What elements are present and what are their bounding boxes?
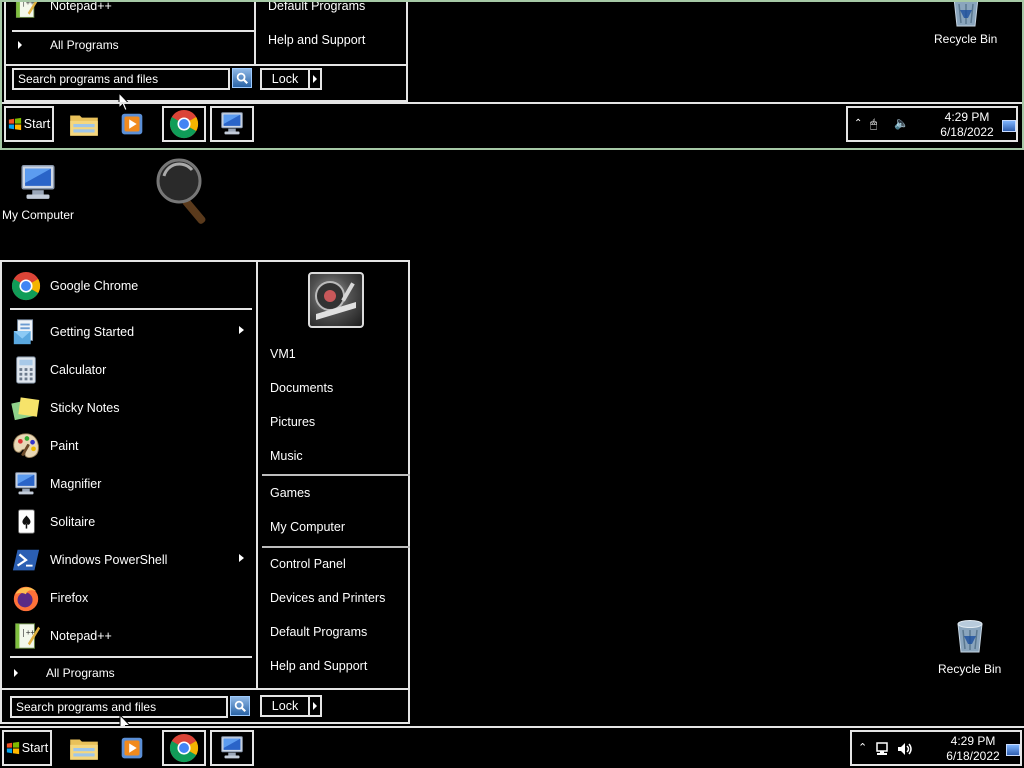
link-help-and-support[interactable]: Help and Support [270,656,367,676]
taskbar-media-player[interactable] [110,730,154,766]
lens-network-icon: 🖱 [870,117,878,131]
all-programs-divider [10,656,252,658]
link-documents[interactable]: Documents [270,378,333,398]
lens-lock-arrow [310,68,322,90]
taskbar: Start ⌃ 4:29 PM 6/18/2022 [0,726,1024,768]
chrome-icon [169,733,199,763]
link-default-programs[interactable]: Default Programs [270,622,367,642]
notepadpp-icon [10,620,42,652]
desktop-recycle-bin[interactable]: Recycle Bin [938,612,1001,676]
link-devices-and-printers[interactable]: Devices and Printers [270,588,385,608]
recycle-bin-icon [950,612,990,660]
link-control-panel[interactable]: Control Panel [270,554,346,574]
lens-show-hidden-icons-icon: ⌃ [854,118,863,129]
file-explorer-icon [67,731,101,765]
lens-link-help-support: Help and Support [268,33,366,47]
desktop-my-computer[interactable]: My Computer [2,160,74,222]
program-google-chrome[interactable]: Google Chrome [10,268,252,304]
program-getting-started[interactable]: Getting Started [10,314,252,350]
program-firefox[interactable]: Firefox [10,580,252,616]
start-menu-footer: Search programs and files Lock [2,688,408,724]
search-icon [233,699,247,713]
program-windows-powershell[interactable]: Windows PowerShell [10,542,252,578]
notepadpp-icon [10,0,42,22]
power-options-button[interactable] [310,695,322,717]
lock-button[interactable]: Lock [260,695,310,717]
program-notepadpp[interactable]: Notepad++ [10,618,252,654]
chrome-icon [10,270,42,302]
lens-lock-button: Lock [260,68,310,90]
program-sticky-notes[interactable]: Sticky Notes [10,390,252,426]
taskbar-file-explorer[interactable] [62,730,106,766]
programs-divider [10,308,252,310]
lens-chrome-icon [162,106,206,142]
lens-start-button: Start [4,106,54,142]
submenu-arrow-icon [239,554,244,562]
lens-my-computer-icon [210,106,254,142]
clock[interactable]: 4:29 PM 6/18/2022 [940,734,1006,764]
search-button[interactable] [230,696,250,716]
user-avatar-icon [315,281,356,320]
lens-search-box: Search programs and files [12,68,230,90]
show-hidden-icons-icon[interactable]: ⌃ [858,741,867,754]
media-player-icon [117,733,147,763]
taskbar-chrome[interactable] [162,730,206,766]
my-computer-icon [217,733,247,763]
lens-file-explorer-icon [62,106,106,142]
taskbar-my-computer[interactable] [210,730,254,766]
lens-link-default-programs: Default Programs [268,0,366,13]
start-menu-places: VM1 Documents Pictures Music Games My Co… [256,262,410,688]
start-menu-programs: Google Chrome Getting Started Calculator… [2,262,256,688]
powershell-icon [10,544,42,576]
start-menu: Google Chrome Getting Started Calculator… [0,260,410,724]
link-games[interactable]: Games [270,483,310,503]
link-pictures[interactable]: Pictures [270,412,315,432]
lens-taskbar: Start ⌃ 🖱 🔈 4:29 PM 6/18/2022 [0,102,1024,148]
lens-all-programs: All Programs [14,38,119,52]
all-programs-button[interactable]: All Programs [8,662,252,684]
show-desktop-button[interactable] [1006,744,1020,756]
network-icon[interactable] [874,741,890,757]
chevron-right-icon [313,702,317,710]
program-solitaire[interactable]: Solitaire [10,504,252,540]
user-picture-avatar[interactable] [308,272,364,328]
submenu-arrow-icon [239,326,244,334]
getting-started-icon [10,316,42,348]
link-user[interactable]: VM1 [270,344,296,364]
link-music[interactable]: Music [270,446,303,466]
lens-clock: 4:29 PM 6/18/2022 [940,110,994,139]
start-button[interactable]: Start [2,730,52,766]
places-divider [262,474,410,476]
program-magnifier[interactable]: Magnifier [10,466,252,502]
lens-media-player-icon [110,106,154,142]
windows-logo-icon [6,741,20,755]
magnifying-glass-icon[interactable] [156,158,218,230]
expand-arrow-icon [14,669,18,677]
volume-icon[interactable] [896,741,914,757]
system-tray: ⌃ 4:29 PM 6/18/2022 [850,730,1022,766]
lens-show-desktop-icon [1002,120,1016,132]
sticky-notes-icon [10,392,42,424]
lens-search-icon [232,68,252,88]
lens-start-menu: Notepad++ All Programs Default Programs … [4,0,408,102]
calculator-icon [10,354,42,386]
recycle-bin-icon [946,0,986,30]
lens-recycle-bin: Recycle Bin [934,0,997,46]
my-computer-icon [13,160,63,206]
lens-volume-icon: 🔈 [894,116,909,130]
firefox-icon [10,582,42,614]
lens-system-tray: ⌃ 🖱 🔈 4:29 PM 6/18/2022 [846,106,1018,142]
link-my-computer[interactable]: My Computer [270,517,345,537]
program-calculator[interactable]: Calculator [10,352,252,388]
places-divider [262,546,410,548]
magnifier-icon [10,468,42,500]
paint-icon [10,430,42,462]
program-paint[interactable]: Paint [10,428,252,464]
solitaire-icon [10,506,42,538]
windows-logo-icon [8,117,22,131]
lens-program-notepadpp: Notepad++ [10,0,252,24]
magnifier-lens-view: Notepad++ All Programs Default Programs … [0,0,1024,150]
